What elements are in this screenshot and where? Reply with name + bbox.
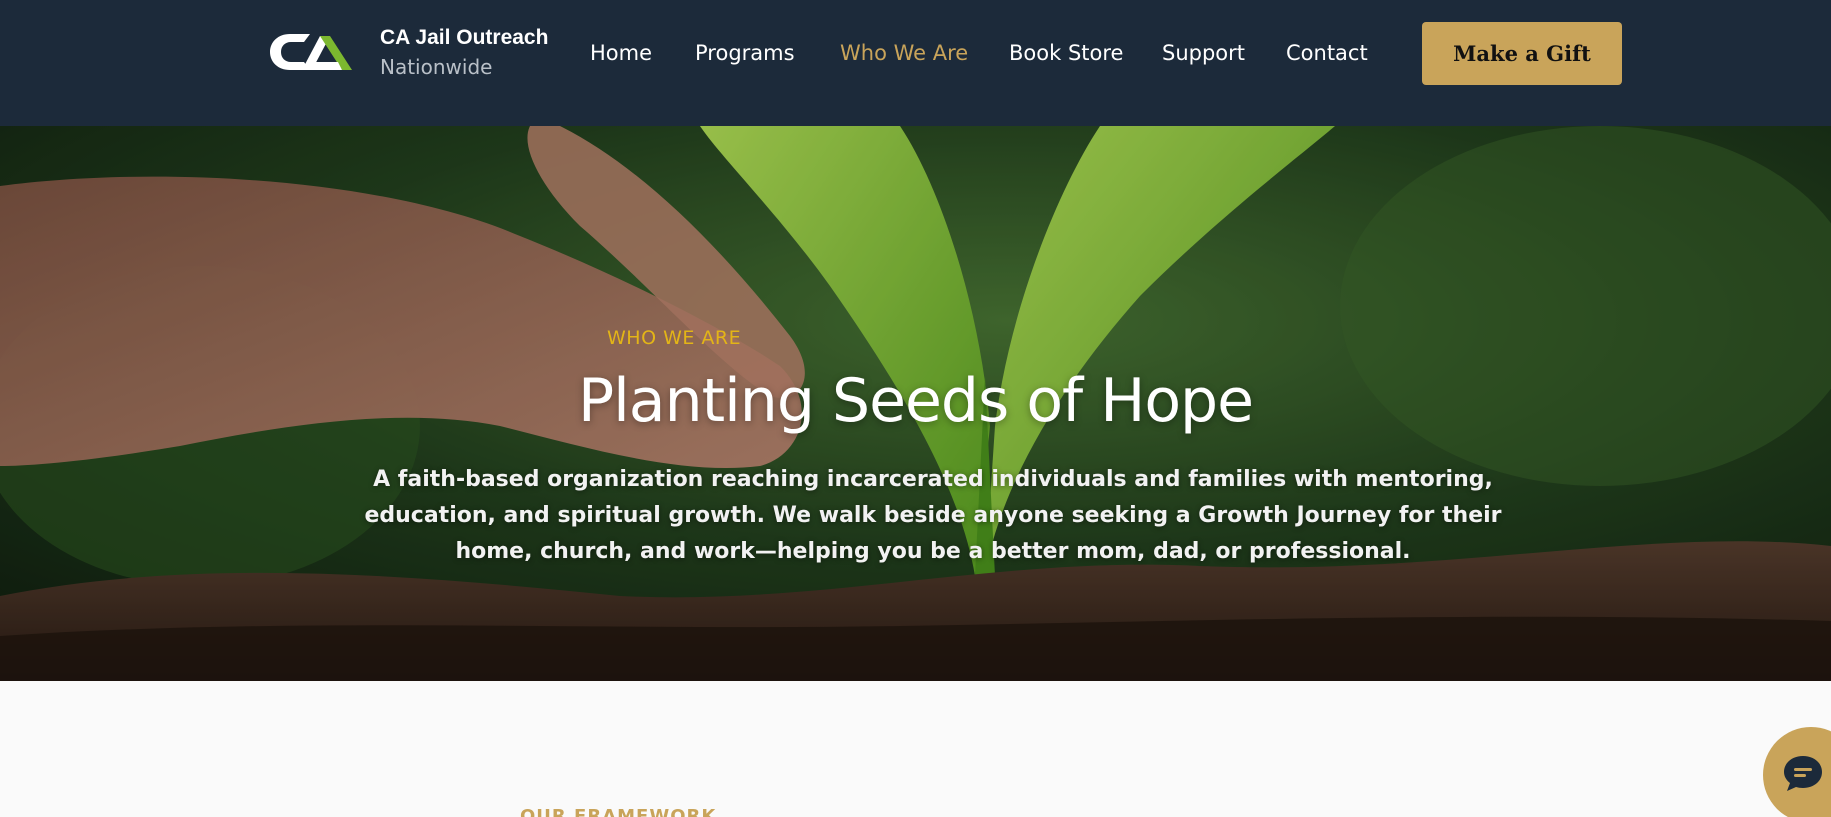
nav-contact[interactable]: Contact (1286, 41, 1368, 65)
nav-who-we-are[interactable]: Who We Are (840, 41, 968, 65)
nav-book-store[interactable]: Book Store (1009, 41, 1123, 65)
hero-eyebrow: WHO WE ARE (607, 327, 742, 349)
nav-support[interactable]: Support (1162, 41, 1245, 65)
chat-button[interactable] (1763, 727, 1831, 817)
section-eyebrow: OUR FRAMEWORK (520, 806, 717, 817)
brand-tagline: Nationwide (380, 55, 493, 79)
brand-name[interactable]: CA Jail Outreach (380, 26, 548, 50)
logo-icon[interactable] (264, 28, 360, 76)
chat-bubble-icon (1784, 756, 1822, 791)
nav-programs[interactable]: Programs (695, 41, 795, 65)
make-a-gift-button[interactable]: Make a Gift (1422, 22, 1622, 85)
nav-home[interactable]: Home (590, 41, 652, 65)
site-header: CA Jail Outreach Nationwide Home Program… (0, 0, 1831, 126)
hero-description: A faith-based organization reaching inca… (364, 467, 1502, 564)
hero-section: WHO WE ARE Planting Seeds of Hope A fait… (0, 126, 1831, 681)
hero-title: Planting Seeds of Hope (577, 366, 1254, 436)
